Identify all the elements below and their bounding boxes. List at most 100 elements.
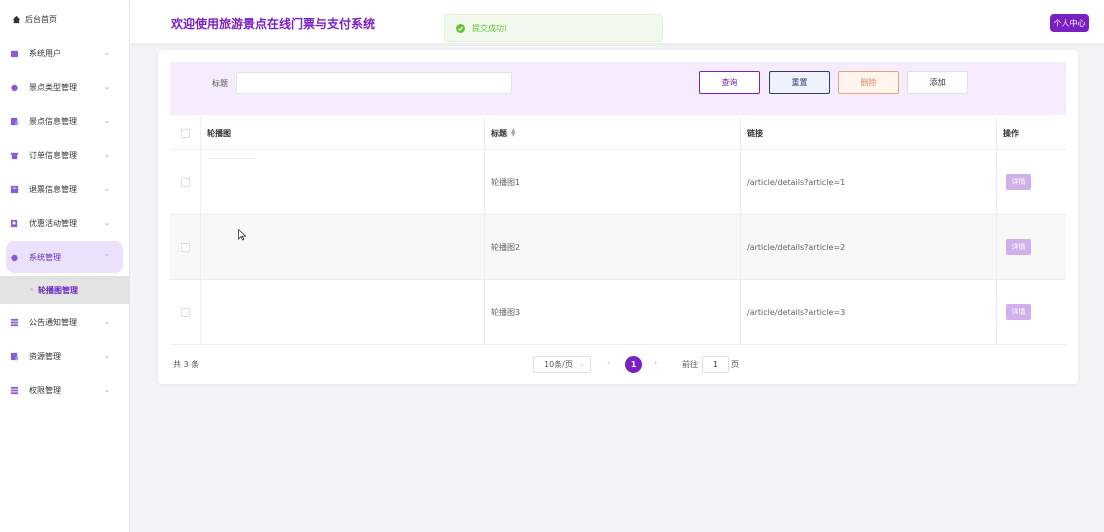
goto-prefix: 前往 [682,360,698,369]
tag-icon [11,84,18,91]
sidebar-item-label: 优惠活动管理 [29,218,77,228]
page-title: 欢迎使用旅游景点在线门票与支付系统 [171,17,376,31]
discount-icon [10,219,18,227]
search-bar: 标题 查询 重置 删除 添加 [170,62,1066,115]
detail-button[interactable]: 详情 [1006,304,1031,320]
goto-page-input[interactable]: 1 [702,356,729,373]
toast-message: 提交成功! [472,23,508,33]
delete-button[interactable]: 删除 [838,71,899,94]
list-icon [10,386,19,394]
sidebar-item-resources[interactable]: 资源管理 ⌄ [6,340,123,372]
sidebar-item-label: 系统用户 [29,48,61,58]
carousel-image-cell [201,150,485,214]
sidebar-item-notices[interactable]: 公告通知管理 ⌄ [6,306,123,338]
sort-icon[interactable]: ▲ ▼ [511,128,516,138]
bullet-icon [30,288,33,291]
sidebar-home-label: 后台首页 [25,14,57,24]
table-row: 轮播图1 /article/details?article=1 详情 [170,150,1066,215]
select-all-cell [170,117,201,149]
resource-icon [10,352,19,360]
settings-icon [11,254,18,261]
user-icon [10,50,19,57]
prev-page-icon[interactable]: ‹ [607,358,610,367]
sidebar-item-label: 景点类型管理 [29,82,77,92]
actions-cell: 详情 [997,280,1066,344]
content-card: 标题 查询 重置 删除 添加 轮播图 标题 ▲ ▼ 链接 操作 轮播图1 /art… [158,50,1078,384]
select-all-checkbox[interactable] [180,128,190,138]
sidebar-item-scenic-info[interactable]: 景点信息管理 ⌄ [6,105,123,137]
document-icon [10,117,19,125]
sidebar-item-label: 景点信息管理 [29,116,77,126]
link-cell: /article/details?article=2 [741,215,997,279]
chevron-down-icon: ⌄ [104,49,110,57]
sidebar-subitem-carousel[interactable]: 轮播图管理 [0,276,130,304]
actions-cell: 详情 [997,150,1066,214]
title-cell: 轮播图3 [485,280,741,344]
chevron-down-icon: ⌄ [104,151,110,159]
detail-button[interactable]: 详情 [1006,174,1031,190]
row-select-cell [170,280,201,344]
success-toast: 提交成功! [444,14,663,42]
sidebar-item-promotions[interactable]: 优惠活动管理 ⌄ [6,207,123,239]
home-icon [12,15,21,23]
sidebar-item-label: 退票信息管理 [29,184,77,194]
detail-button[interactable]: 详情 [1006,239,1031,255]
title-cell: 轮播图2 [485,215,741,279]
sidebar-item-label: 权限管理 [29,385,61,395]
table-header-row: 轮播图 标题 ▲ ▼ 链接 操作 [170,117,1066,150]
sidebar-item-system[interactable]: 系统管理 ⌃ [6,241,123,273]
link-cell: /article/details?article=1 [741,150,997,214]
top-header: 欢迎使用旅游景点在线门票与支付系统 提交成功! 个人中心 [130,0,1104,44]
carousel-image-cell [201,280,485,344]
sidebar-item-label: 资源管理 [29,351,61,361]
actions-cell: 详情 [997,215,1066,279]
title-label: 标题 [212,79,228,88]
chevron-down-icon: ⌄ [104,219,110,227]
row-checkbox[interactable] [180,307,190,317]
order-icon [10,152,19,159]
row-select-cell [170,150,201,214]
sidebar-item-scenic-type[interactable]: 景点类型管理 ⌄ [6,71,123,103]
sidebar-item-label: 系统管理 [29,252,61,262]
sidebar-home[interactable]: 后台首页 [12,13,57,25]
column-header-title[interactable]: 标题 ▲ ▼ [485,117,741,149]
column-header-title-label: 标题 [491,128,507,138]
title-cell: 轮播图1 [485,150,741,214]
column-header-link: 链接 [741,117,997,149]
refund-icon [10,185,19,193]
mouse-cursor-icon [238,229,246,241]
profile-button[interactable]: 个人中心 [1050,14,1089,32]
chevron-up-icon: ⌃ [104,253,110,261]
sidebar-item-permissions[interactable]: 权限管理 ⌄ [6,374,123,406]
chevron-down-icon: ⌄ [104,185,110,193]
link-cell: /article/details?article=3 [741,280,997,344]
goto-suffix: 页 [731,360,739,369]
row-select-cell [170,215,201,279]
page-number-current[interactable]: 1 [625,356,642,373]
next-page-icon[interactable]: › [654,358,657,367]
table-row: 轮播图2 /article/details?article=2 详情 [170,215,1066,280]
row-checkbox[interactable] [180,242,190,252]
reset-button[interactable]: 重置 [769,71,830,94]
page-size-select[interactable]: 10条/页 ⌄ [533,356,591,373]
title-input[interactable] [236,72,512,94]
page-size-value: 10条/页 [544,360,573,369]
check-circle-icon [456,23,465,33]
chevron-down-icon: ⌄ [104,117,110,125]
query-button[interactable]: 查询 [699,71,760,94]
row-checkbox[interactable] [180,177,190,187]
chevron-down-icon: ⌄ [104,352,110,360]
carousel-image [208,158,256,159]
sidebar-item-label: 订单信息管理 [29,150,77,160]
sidebar-item-users[interactable]: 系统用户 ⌄ [6,37,123,69]
sidebar-item-orders[interactable]: 订单信息管理 ⌄ [6,139,123,171]
column-header-actions: 操作 [1003,128,1019,138]
sidebar-item-label: 公告通知管理 [29,317,77,327]
table-row: 轮播图3 /article/details?article=3 详情 [170,280,1066,345]
carousel-image-cell [201,215,485,279]
sidebar-subitem-label: 轮播图管理 [38,285,78,295]
column-header-image: 轮播图 [201,117,485,149]
sidebar-item-refunds[interactable]: 退票信息管理 ⌄ [6,173,123,205]
chevron-down-icon: ⌄ [104,386,110,394]
add-button[interactable]: 添加 [907,71,968,94]
